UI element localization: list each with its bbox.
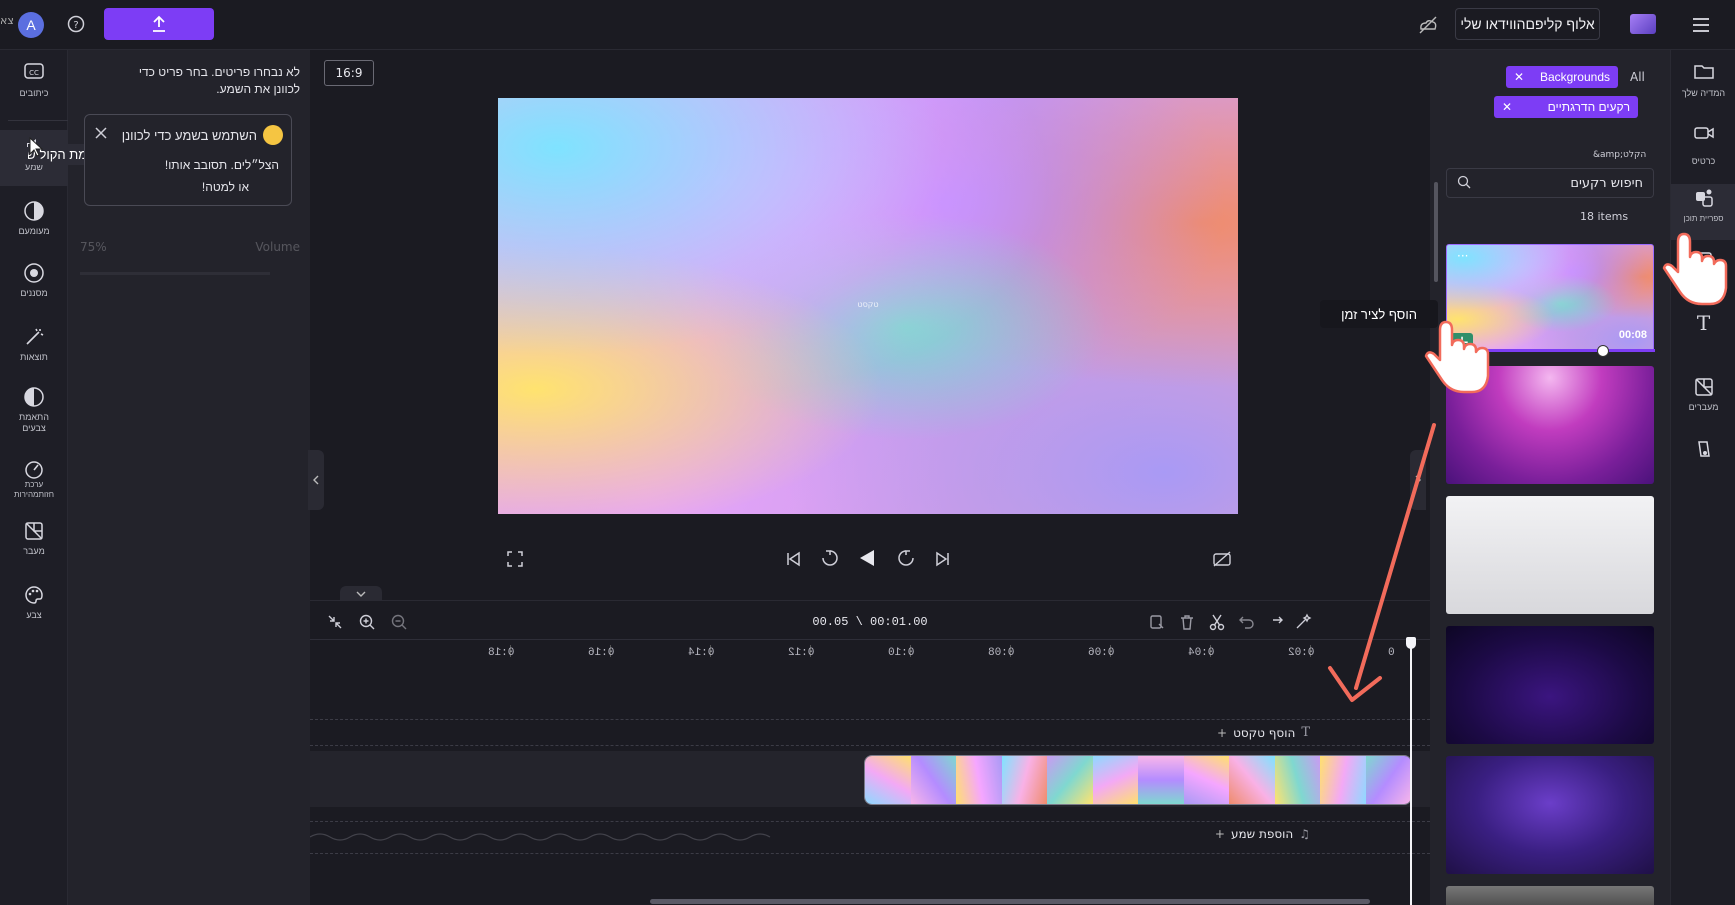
mouse-pointer-icon [29, 136, 44, 157]
hand-cursor-icon [1662, 232, 1728, 306]
annotation-layer [29, 136, 1728, 702]
annotation-arrowhead [1328, 666, 1382, 702]
hand-cursor-icon [1424, 320, 1490, 394]
annotation-arrow [1354, 423, 1436, 690]
